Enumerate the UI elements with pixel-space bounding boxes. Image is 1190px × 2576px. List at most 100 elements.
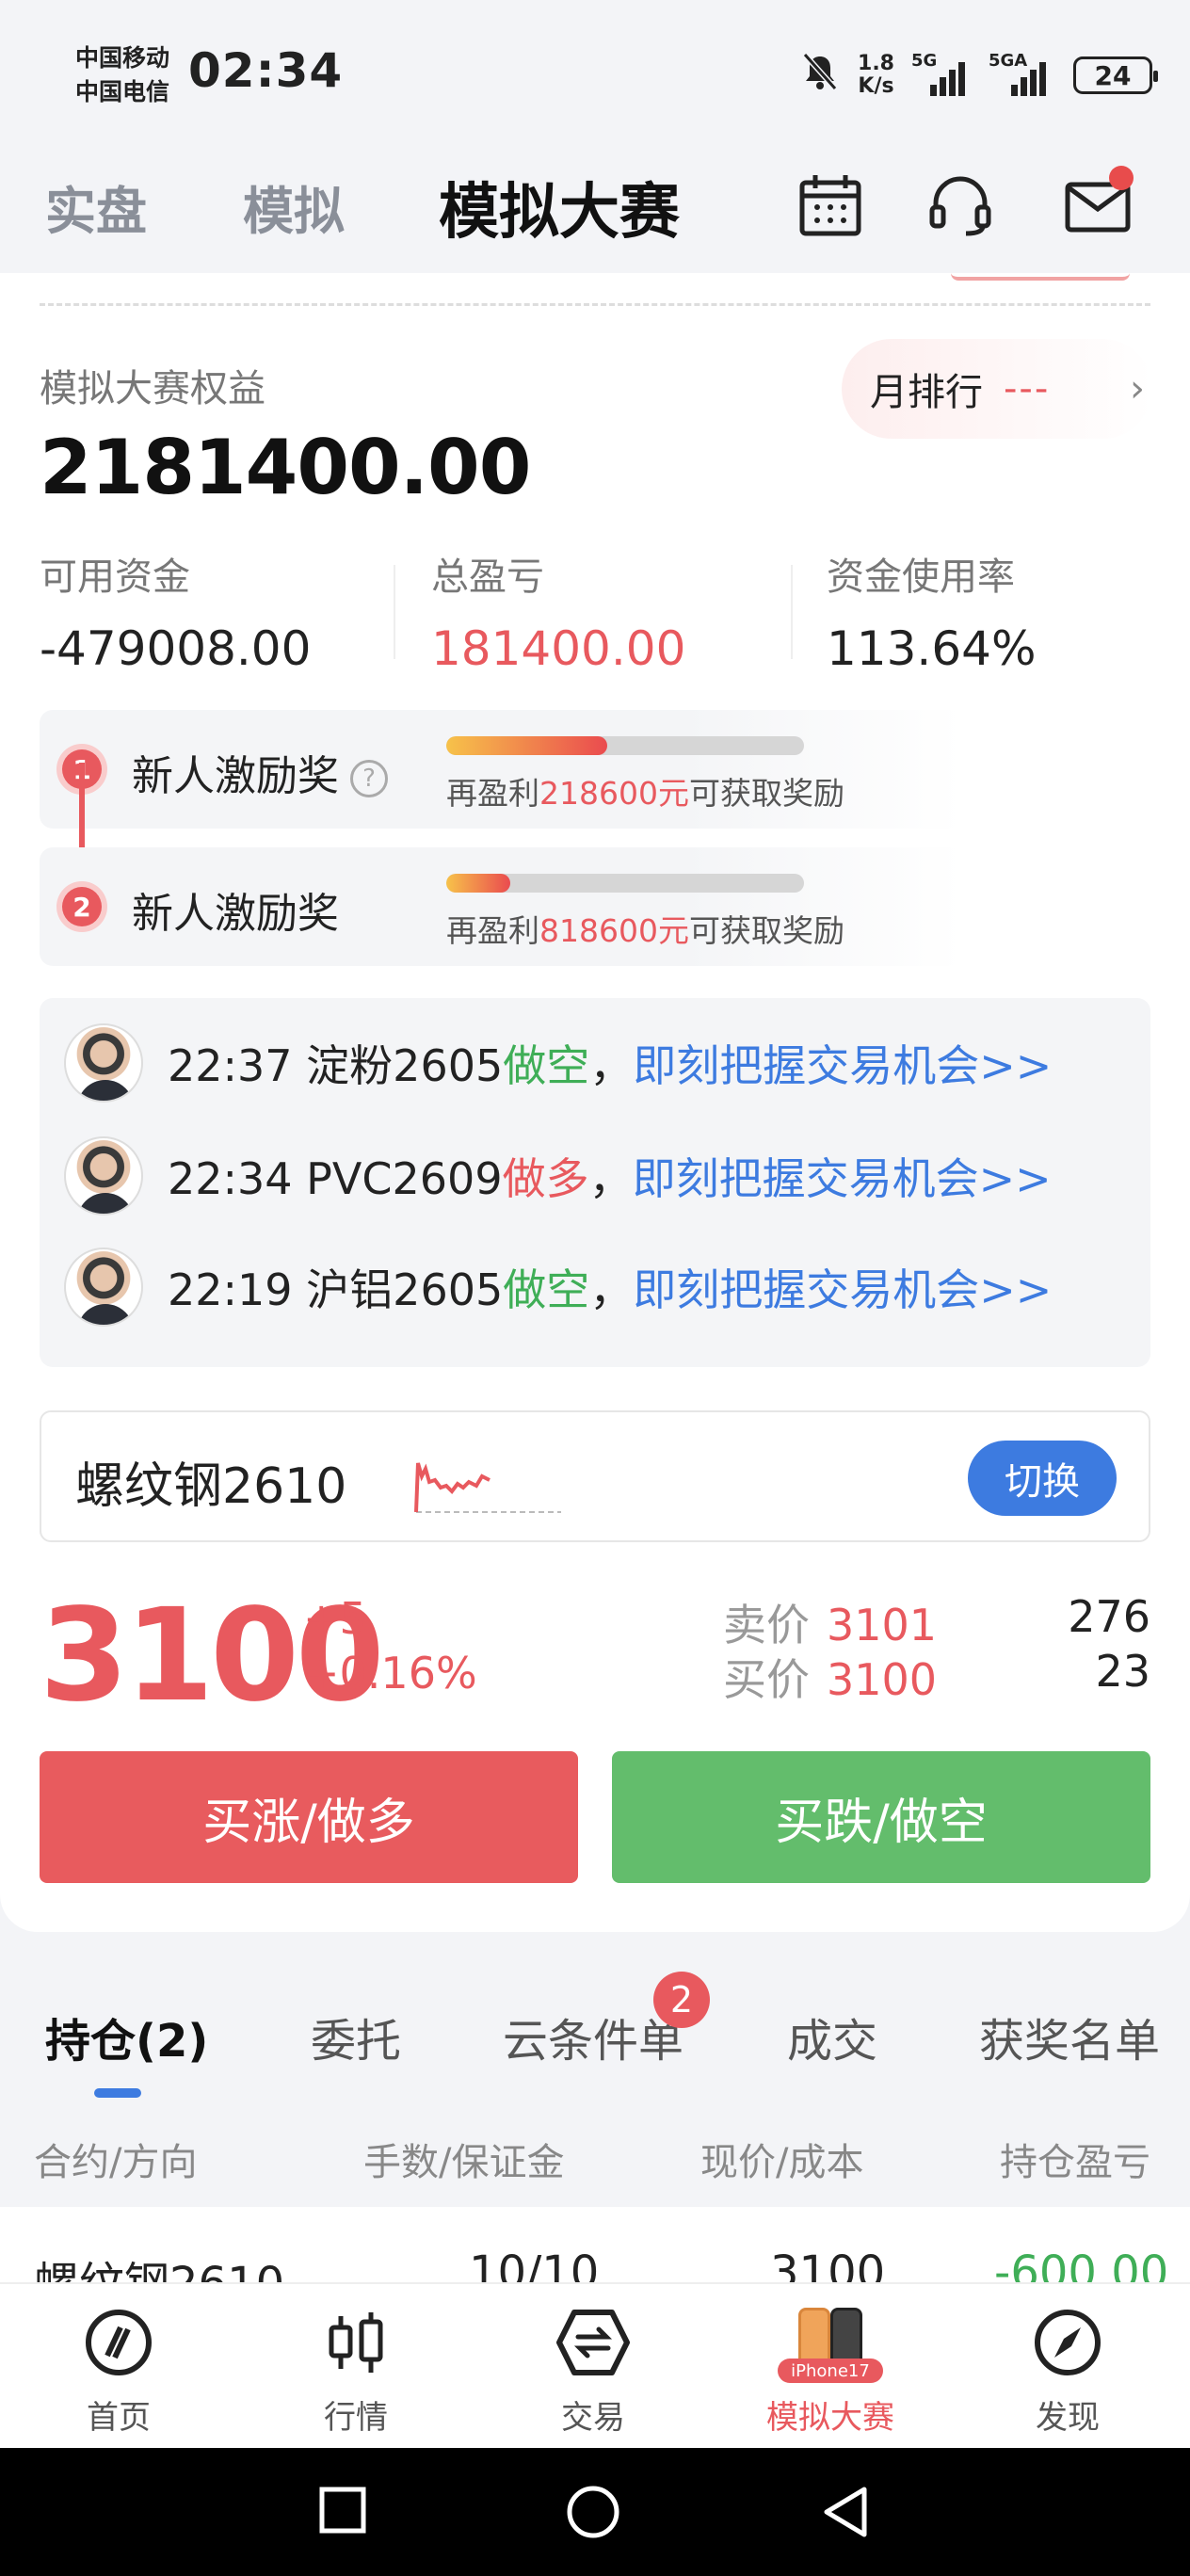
- news-time-contract: 22:37 淀粉2605: [168, 1040, 504, 1091]
- nav-competition[interactable]: iPhone17 模拟大赛: [736, 2303, 925, 2438]
- home-circle-icon[interactable]: [565, 2484, 621, 2544]
- help-icon[interactable]: ?: [350, 760, 388, 797]
- row-pnl: -600.00: [994, 2246, 1169, 2282]
- reward-row-1[interactable]: 1 新人激励奖? 再盈利218600元可获取奖励: [40, 710, 962, 829]
- sell-short-button[interactable]: 买跌/做空: [612, 1751, 1150, 1883]
- nav-label: 发现: [1036, 2399, 1100, 2437]
- table-row[interactable]: 螺纹钢2610 10/10 3100 -600.00: [0, 2207, 1190, 2282]
- net-speed-value: 1.8: [858, 52, 894, 75]
- unread-dot: [1109, 166, 1134, 190]
- news-item[interactable]: 22:34 PVC2609做多，即刻把握交易机会>>: [64, 1134, 1052, 1218]
- ranking-label: 月排行: [870, 371, 983, 414]
- dashed-divider: [40, 303, 1150, 306]
- reward-hint: 再盈利818600元可获取奖励: [446, 906, 844, 951]
- net-speed: 1.8 K/s: [858, 53, 894, 98]
- chevron-right-icon: ›: [1130, 367, 1145, 411]
- news-item[interactable]: 22:19 沪铝2605做空，即刻把握交易机会>>: [64, 1245, 1052, 1329]
- battery-level: 24: [1094, 59, 1132, 91]
- tab-orders[interactable]: 委托: [311, 2004, 401, 2069]
- exchange-icon: [499, 2303, 687, 2382]
- news-item[interactable]: 22:37 淀粉2605做空，即刻把握交易机会>>: [64, 1021, 1052, 1105]
- system-nav-bar: [0, 2448, 1190, 2576]
- tab-real[interactable]: 实盘: [45, 169, 147, 244]
- headset-icon[interactable]: [921, 166, 1000, 245]
- stat-available-funds: 可用资金 -479008.00: [40, 546, 311, 676]
- bid-price: 3100: [827, 1654, 938, 1705]
- recents-icon[interactable]: [316, 2484, 369, 2540]
- row-lots: 10/10: [469, 2246, 600, 2282]
- promo-tag: iPhone17: [778, 2359, 883, 2383]
- progress-fill: [446, 736, 607, 755]
- nav-market[interactable]: 行情: [262, 2303, 450, 2438]
- equity-label: 模拟大赛权益: [40, 367, 265, 411]
- nav-discover[interactable]: 发现: [973, 2303, 1162, 2438]
- avatar: [64, 1248, 143, 1327]
- news-separator: ，: [589, 1264, 634, 1315]
- ranking-value: ---: [1004, 367, 1051, 411]
- conditional-count-badge: 2: [653, 1972, 710, 2028]
- stat-label: 资金使用率: [827, 555, 1015, 599]
- bid-qty: 23: [1095, 1646, 1150, 1697]
- reward-row-2[interactable]: 2 新人激励奖 再盈利818600元可获取奖励: [40, 847, 962, 966]
- tab-simulation[interactable]: 模拟: [243, 169, 345, 244]
- contract-selector[interactable]: 螺纹钢2610 切换: [40, 1410, 1150, 1542]
- hint-prefix: 再盈利: [446, 912, 539, 949]
- stat-label: 总盈亏: [431, 555, 544, 599]
- avatar: [64, 1136, 143, 1216]
- news-time-contract: 22:34 PVC2609: [168, 1153, 503, 1204]
- calendar-icon[interactable]: [791, 166, 870, 245]
- progress-fill: [446, 874, 511, 893]
- nav-label: 行情: [324, 2399, 388, 2437]
- tab-winners[interactable]: 获奖名单: [979, 2004, 1160, 2069]
- hint-prefix: 再盈利: [446, 775, 539, 812]
- top-nav: 实盘 模拟 模拟大赛: [0, 141, 1190, 273]
- change-percent: +0.16%: [303, 1648, 477, 1699]
- buy-long-button[interactable]: 买涨/做多: [40, 1751, 578, 1883]
- reward-name: 新人激励奖?: [132, 742, 388, 802]
- carrier-1: 中国移动: [75, 44, 170, 72]
- stat-total-pnl: 总盈亏 181400.00: [431, 546, 685, 676]
- news-cta-link[interactable]: 即刻把握交易机会>>: [633, 1040, 1052, 1091]
- equity-value: 2181400.00: [40, 424, 531, 511]
- divider: [791, 565, 793, 659]
- nav-label: 交易: [561, 2399, 625, 2437]
- carrier-2: 中国电信: [75, 78, 170, 105]
- col-contract: 合约/方向: [34, 2141, 198, 2184]
- news-action: 做空: [503, 1040, 590, 1091]
- nav-trade[interactable]: 交易: [499, 2303, 687, 2438]
- news-text: 22:34 PVC2609做多，即刻把握交易机会>>: [168, 1145, 1052, 1207]
- signal-5g-icon: 5G: [911, 51, 972, 96]
- tab-trades[interactable]: 成交: [787, 2004, 877, 2069]
- bid-label: 买价: [723, 1654, 810, 1705]
- step-badge: 2: [62, 887, 102, 926]
- mute-bell-icon: [799, 51, 841, 100]
- tab-positions[interactable]: 持仓(2): [45, 2004, 208, 2069]
- reward-name-text: 新人激励奖: [132, 752, 339, 800]
- reward-progress-bar: [446, 874, 804, 893]
- bid-quote: 买价 3100: [723, 1646, 937, 1708]
- stat-value: 181400.00: [431, 621, 686, 676]
- candlestick-icon: [262, 2303, 450, 2382]
- tab-competition[interactable]: 模拟大赛: [439, 164, 680, 250]
- positions-table-header: 合约/方向 手数/保证金 现价/成本 持仓盈亏: [0, 2100, 1190, 2207]
- signal-1-label: 5G: [911, 51, 938, 71]
- mail-icon[interactable]: [1058, 166, 1137, 245]
- back-triangle-icon[interactable]: [819, 2484, 872, 2544]
- col-position-pnl: 持仓盈亏: [1000, 2141, 1150, 2184]
- monthly-ranking-button[interactable]: 月排行 --- ›: [842, 339, 1152, 439]
- news-cta-link[interactable]: 即刻把握交易机会>>: [633, 1264, 1052, 1315]
- news-action: 做空: [503, 1264, 590, 1315]
- ask-qty: 276: [1068, 1591, 1150, 1642]
- price-change: +5 +0.16%: [303, 1591, 477, 1700]
- decorative-edge: [951, 273, 1130, 281]
- news-action: 做多: [502, 1153, 589, 1204]
- status-bar: 中国移动 中国电信 02:34 1.8 K/s 5G 5GA 24: [0, 0, 1190, 141]
- switch-contract-button[interactable]: 切换: [968, 1441, 1117, 1516]
- nav-home[interactable]: 首页: [24, 2303, 213, 2438]
- reward-hint: 再盈利218600元可获取奖励: [446, 768, 844, 813]
- news-text: 22:19 沪铝2605做空，即刻把握交易机会>>: [168, 1256, 1052, 1318]
- news-cta-link[interactable]: 即刻把握交易机会>>: [633, 1153, 1052, 1204]
- reward-name: 新人激励奖: [132, 879, 339, 940]
- divider: [394, 565, 395, 659]
- sparkline-line: [414, 1462, 490, 1513]
